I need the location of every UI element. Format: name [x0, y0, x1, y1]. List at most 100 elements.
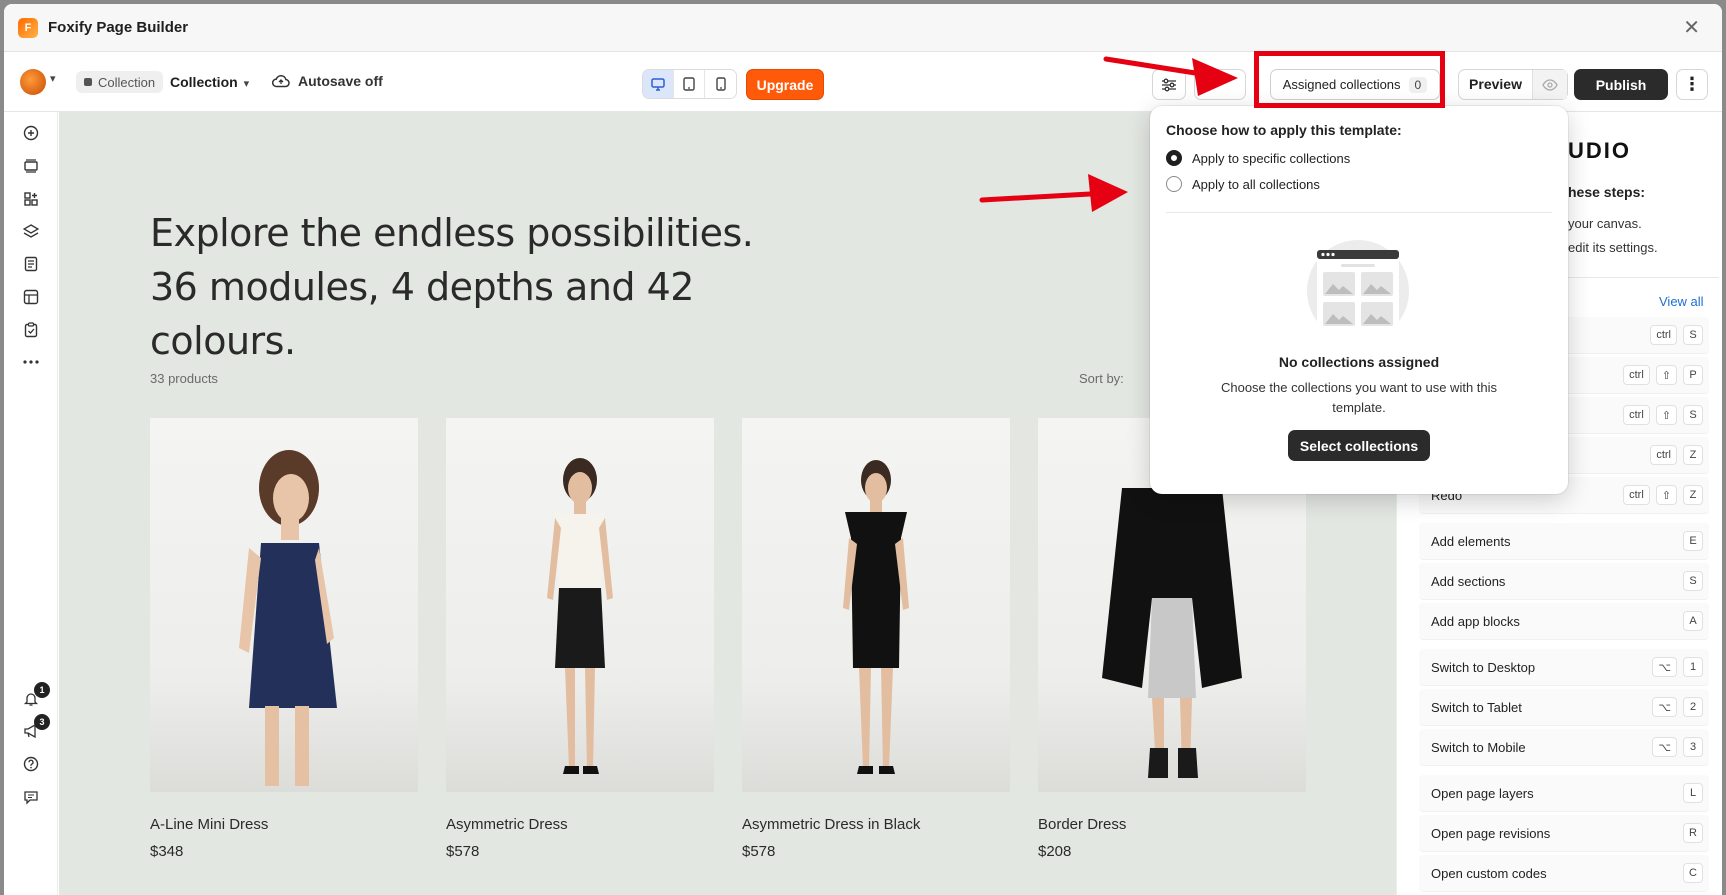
shortcut-row[interactable]: Add app blocks A	[1419, 603, 1709, 640]
key: ctrl	[1650, 325, 1677, 345]
clipboard-check-icon[interactable]	[21, 320, 41, 340]
key: S	[1683, 571, 1703, 591]
top-toolbar: ▾ Collection Collection ▾ Autosave off Up…	[4, 52, 1722, 112]
notifications-count-badge: 1	[34, 682, 50, 698]
product-image[interactable]	[446, 418, 714, 792]
add-element-icon[interactable]	[21, 123, 41, 143]
key: ⇧	[1655, 485, 1677, 505]
sliders-icon	[1162, 78, 1176, 91]
tablet-view-button[interactable]	[674, 70, 705, 98]
product-name[interactable]: Asymmetric Dress	[446, 816, 714, 833]
key: Z	[1683, 445, 1703, 465]
chat-icon[interactable]	[21, 787, 41, 807]
toolbar-button-obscured[interactable]	[1194, 69, 1246, 100]
desktop-view-button[interactable]	[643, 70, 674, 98]
sections-icon[interactable]	[21, 156, 41, 176]
key: ctrl	[1650, 445, 1677, 465]
sort-by-label[interactable]: Sort by:	[1079, 371, 1124, 386]
shortcut-label: Open page revisions	[1431, 825, 1551, 841]
popover-heading: Choose how to apply this template:	[1166, 122, 1402, 138]
key: ⌥	[1652, 657, 1677, 677]
radio-apply-specific[interactable]: Apply to specific collections	[1166, 150, 1350, 166]
mobile-view-button[interactable]	[705, 70, 736, 98]
shortcut-label: Switch to Mobile	[1431, 739, 1526, 755]
empty-state-title: No collections assigned	[1278, 354, 1440, 370]
shortcut-label: Add app blocks	[1431, 613, 1520, 629]
product-price: $578	[446, 843, 480, 860]
empty-state-description: Choose the collections you want to use w…	[1220, 380, 1498, 415]
shortcut-label: Open page layers	[1431, 785, 1534, 801]
close-window-icon[interactable]: ✕	[1683, 18, 1700, 38]
key: S	[1683, 325, 1703, 345]
product-name[interactable]: A-Line Mini Dress	[150, 816, 418, 833]
shortcut-row[interactable]: Switch to Tablet ⌥ 2	[1419, 689, 1709, 726]
key: ⌥	[1652, 697, 1677, 717]
page-settings-button[interactable]	[1152, 69, 1186, 100]
product-card[interactable]: Asymmetric Dress in Black $578	[742, 418, 1010, 860]
shortcut-label: Switch to Tablet	[1431, 699, 1522, 715]
product-card[interactable]: Asymmetric Dress $578	[446, 418, 714, 860]
hero-heading[interactable]: Explore the endless possibilities. 36 mo…	[150, 206, 810, 368]
help-icon[interactable]	[21, 754, 41, 774]
app-blocks-icon[interactable]	[21, 189, 41, 209]
eye-icon[interactable]	[1533, 70, 1567, 99]
publish-button[interactable]: Publish	[1574, 69, 1668, 100]
app-window: F Foxify Page Builder ✕ ▾ Collection Col…	[4, 4, 1722, 895]
layout-icon[interactable]	[21, 287, 41, 307]
steps-heading: hese steps:	[1568, 184, 1646, 200]
product-card[interactable]: A-Line Mini Dress $348	[150, 418, 418, 860]
product-price: $348	[150, 843, 184, 860]
chevron-down-icon: ▾	[243, 78, 250, 90]
empty-collections-illustration	[1307, 240, 1409, 342]
product-name[interactable]: Asymmetric Dress in Black	[742, 816, 1010, 833]
more-options-button[interactable]: ⋮	[1676, 69, 1708, 100]
upgrade-button[interactable]: Upgrade	[746, 69, 824, 100]
product-image[interactable]	[150, 418, 418, 792]
key: 1	[1683, 657, 1703, 677]
shortcut-row[interactable]: Add sections S	[1419, 563, 1709, 600]
product-name[interactable]: Border Dress	[1038, 816, 1306, 833]
chevron-down-icon[interactable]: ▾	[50, 72, 56, 85]
product-price: $578	[742, 843, 776, 860]
view-all-link[interactable]: View all	[1659, 294, 1704, 309]
radio-unchecked-icon[interactable]	[1166, 176, 1182, 192]
shortcut-row[interactable]: Open page layers L	[1419, 775, 1709, 812]
key: A	[1683, 611, 1703, 631]
shortcut-row[interactable]: Add elements E	[1419, 523, 1709, 560]
shortcut-label: Add sections	[1431, 573, 1506, 589]
pages-icon[interactable]	[21, 254, 41, 274]
layers-icon[interactable]	[21, 221, 41, 241]
app-title: Foxify Page Builder	[48, 19, 189, 36]
key: 2	[1683, 697, 1703, 717]
key: ctrl	[1623, 365, 1650, 385]
left-sidebar: 1 3	[4, 112, 58, 895]
preview-button[interactable]: Preview	[1458, 69, 1568, 100]
product-image[interactable]	[742, 418, 1010, 792]
shortcut-row[interactable]: Switch to Desktop ⌥ 1	[1419, 649, 1709, 686]
shortcut-row[interactable]: Switch to Mobile ⌥ 3	[1419, 729, 1709, 766]
foxify-logo-icon: F	[18, 17, 38, 38]
key: L	[1683, 783, 1703, 803]
model-figure	[1102, 488, 1242, 778]
store-avatar[interactable]	[20, 69, 46, 95]
shortcut-label: Open custom codes	[1431, 865, 1547, 881]
step-text: edit its settings.	[1568, 240, 1658, 255]
radio-checked-icon[interactable]	[1166, 150, 1182, 166]
shortcut-row[interactable]: Open page revisions R	[1419, 815, 1709, 852]
shortcut-row[interactable]: Open custom codes C	[1419, 855, 1709, 892]
product-count: 33 products	[150, 371, 218, 386]
radio-apply-all[interactable]: Apply to all collections	[1166, 176, 1320, 192]
template-select[interactable]: Collection ▾	[170, 74, 249, 90]
autosave-toggle[interactable]: Autosave off	[272, 73, 383, 89]
page-type-icon	[84, 78, 92, 86]
shortcut-label: Add elements	[1431, 533, 1511, 549]
key: S	[1683, 405, 1703, 425]
key: R	[1683, 823, 1703, 843]
key: P	[1683, 365, 1703, 385]
more-horizontal-icon[interactable]	[21, 352, 41, 372]
annotation-highlight-box	[1254, 51, 1445, 108]
model-figure	[843, 460, 909, 774]
studio-logo: UDIO	[1568, 138, 1631, 163]
radio-label: Apply to all collections	[1192, 176, 1320, 192]
select-collections-button[interactable]: Select collections	[1288, 430, 1430, 461]
